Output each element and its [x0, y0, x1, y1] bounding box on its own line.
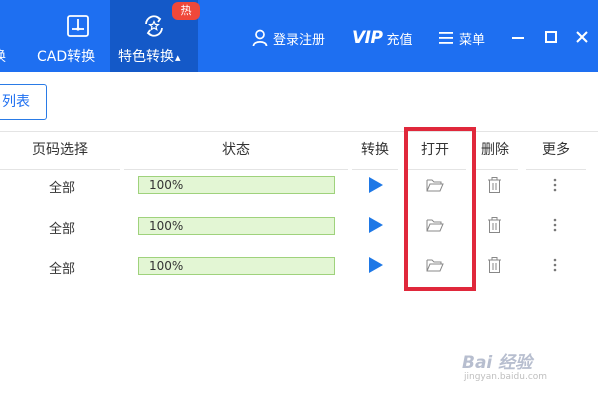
minimize-icon[interactable]: [508, 27, 528, 47]
page-range-cell: 全部: [48, 222, 75, 237]
nav-tab-special-label: 特色转换▴: [118, 46, 181, 66]
trash-icon[interactable]: [487, 257, 502, 273]
special-label-text: 特色转换: [118, 49, 174, 65]
vip-icon: VIP: [352, 28, 383, 48]
more-vertical-icon[interactable]: [553, 178, 557, 192]
vip-recharge-button[interactable]: VIP 充值: [352, 27, 412, 49]
top-bar: 换 CAD转换 特色转换▴ 热 登录注册 VIP 充值: [0, 0, 598, 72]
vip-recharge-label: 充值: [386, 32, 413, 48]
play-icon[interactable]: [369, 217, 383, 233]
more-vertical-icon[interactable]: [553, 218, 557, 232]
close-icon[interactable]: [572, 27, 592, 47]
progress-bar: 100%: [138, 176, 335, 194]
user-icon: [252, 29, 268, 47]
maximize-icon[interactable]: [541, 27, 561, 47]
table-header: 页码选择 状态 转换 打开 删除 更多: [0, 131, 598, 170]
baidu-watermark: Bai 经验 jingyan.baidu.com: [462, 348, 572, 386]
progress-bar: 100%: [138, 217, 335, 235]
trash-icon[interactable]: [487, 177, 502, 193]
hamburger-icon: [439, 32, 453, 44]
trash-icon[interactable]: [487, 217, 502, 233]
file-list-button[interactable]: 列表: [0, 84, 47, 120]
hot-badge: 热: [172, 2, 200, 20]
login-register-button[interactable]: 登录注册: [252, 27, 325, 49]
highlight-annotation-box: [404, 127, 476, 291]
watermark-logo: Bai 经验: [462, 353, 533, 373]
star-refresh-icon: [145, 15, 163, 37]
menu-label: 菜单: [459, 32, 486, 48]
page-range-cell: 全部: [48, 262, 75, 277]
login-register-label: 登录注册: [273, 32, 326, 48]
progress-bar: 100%: [138, 257, 335, 275]
cad-icon: [67, 15, 89, 37]
table-row: 全部 100%: [0, 205, 598, 245]
menu-button[interactable]: 菜单: [439, 27, 485, 49]
table-row: 全部 100%: [0, 165, 598, 205]
play-icon[interactable]: [369, 177, 383, 193]
play-icon[interactable]: [369, 257, 383, 273]
caret-up-icon: ▴: [175, 51, 181, 64]
watermark-url: jingyan.baidu.com: [464, 372, 548, 382]
more-vertical-icon[interactable]: [553, 258, 557, 272]
table-row: 全部 100%: [0, 245, 598, 285]
nav-tab-convert-partial[interactable]: 换: [0, 0, 16, 72]
nav-tab-cad-label: CAD转换: [37, 49, 96, 65]
nav-tab-partial-label: 换: [0, 46, 6, 66]
page-range-cell: 全部: [48, 181, 75, 196]
